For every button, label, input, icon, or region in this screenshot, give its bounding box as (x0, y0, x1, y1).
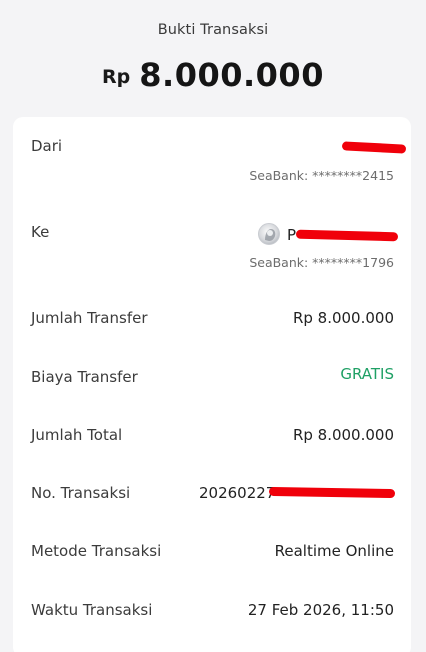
page-title: Bukti Transaksi (157, 22, 269, 38)
recipient-name: P (287, 226, 297, 244)
transaction-details-card: Dari SeaBank: ********2415 Ke P SeaBank:… (13, 117, 411, 652)
recipient-avatar (258, 223, 280, 245)
transfer-fee-value: GRATIS (340, 365, 394, 383)
transfer-amount-value: Rp 8.000.000 (292, 309, 394, 327)
to-account: SeaBank: ********1796 (249, 255, 394, 270)
amount-currency: Rp (102, 66, 131, 88)
transfer-amount-label: Jumlah Transfer (31, 309, 148, 327)
receipt-header: Bukti Transaksi Rp 8.000.000 (0, 0, 426, 120)
redaction-mark (341, 141, 407, 154)
transaction-time-value: 27 Feb 2026, 11:50 (247, 601, 394, 619)
redaction-mark (268, 486, 396, 499)
amount-value: 8.000.000 (139, 56, 324, 94)
transaction-number-value: 20260227 (199, 484, 276, 502)
transfer-fee-label: Biaya Transfer (31, 368, 138, 386)
from-account: SeaBank: ********2415 (249, 168, 394, 183)
transaction-number-label: No. Transaksi (31, 484, 131, 502)
total-amount-label: Jumlah Total (31, 426, 123, 444)
to-label: Ke (31, 223, 50, 241)
redaction-mark (295, 229, 399, 242)
transaction-time-label: Waktu Transaksi (31, 601, 153, 619)
transaction-method-value: Realtime Online (274, 542, 394, 560)
transaction-method-label: Metode Transaksi (31, 542, 162, 560)
from-label: Dari (31, 137, 63, 155)
transaction-amount: Rp 8.000.000 (0, 56, 426, 94)
total-amount-value: Rp 8.000.000 (292, 426, 394, 444)
